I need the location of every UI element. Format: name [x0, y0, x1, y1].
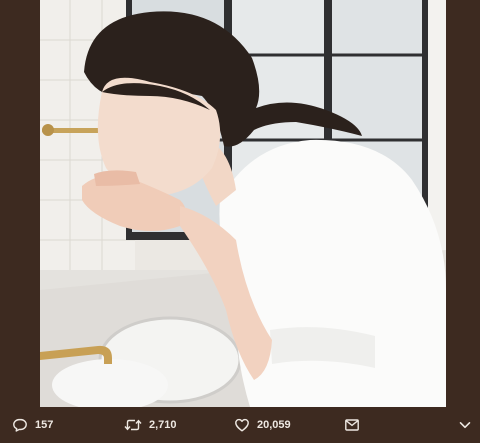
retweet-arrows-icon: [124, 417, 142, 433]
tweet-photo[interactable]: [40, 0, 446, 407]
like-button[interactable]: 20,059: [234, 407, 291, 443]
chevron-down-icon: [458, 418, 472, 432]
photo-illustration: [40, 0, 446, 407]
direct-message-button[interactable]: [344, 407, 360, 443]
reply-count: 157: [35, 419, 54, 431]
speech-bubble-icon: [12, 417, 28, 433]
like-count: 20,059: [257, 419, 291, 431]
retweet-button[interactable]: 2,710: [124, 407, 177, 443]
retweet-count: 2,710: [149, 419, 177, 431]
heart-icon: [234, 417, 250, 433]
tweet-action-bar: 157 2,710 20,059: [0, 407, 480, 443]
more-options-button[interactable]: [458, 407, 472, 443]
reply-button[interactable]: 157: [12, 407, 53, 443]
envelope-icon: [344, 417, 360, 433]
